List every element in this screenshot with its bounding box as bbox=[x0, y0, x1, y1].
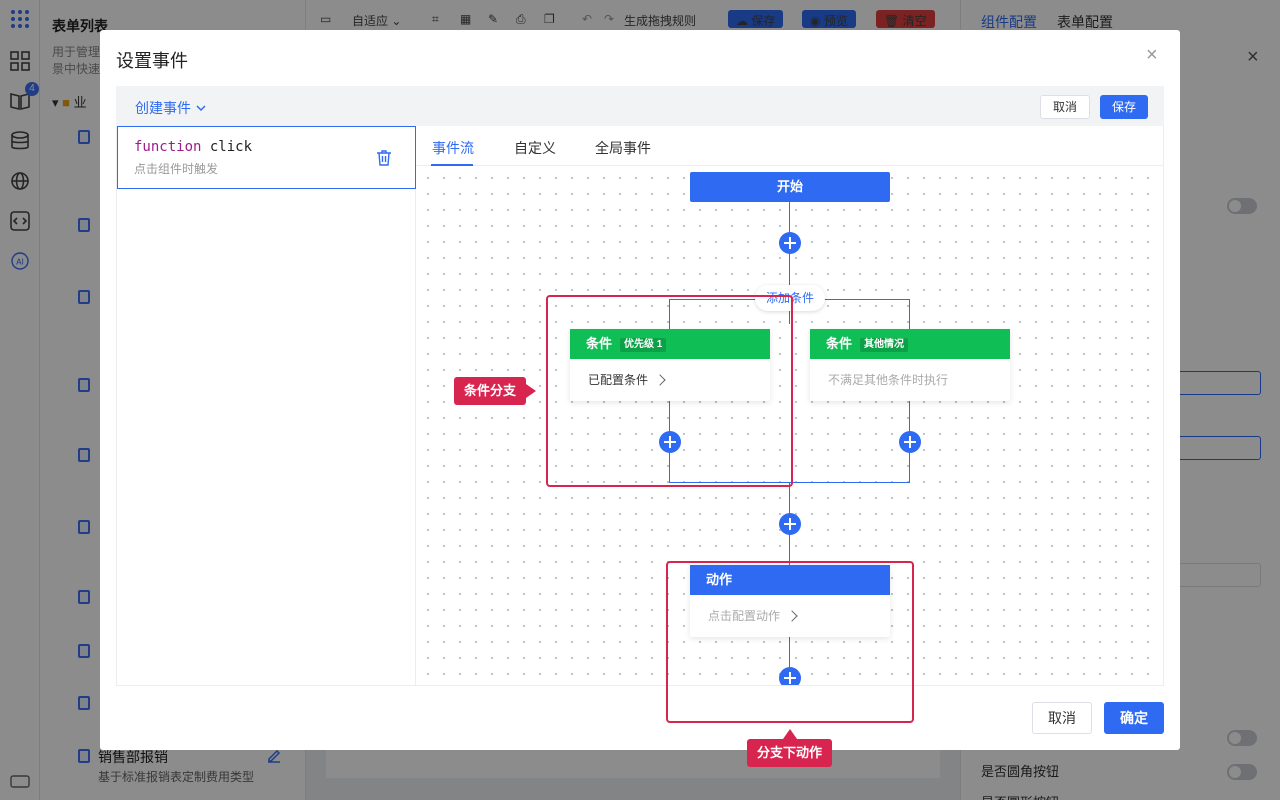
event-item-click[interactable]: function click 点击组件时触发 bbox=[117, 126, 416, 189]
chevron-right-icon bbox=[786, 610, 798, 622]
event-toolbar: 创建事件 取消 保存 bbox=[116, 86, 1164, 126]
add-node-plus-icon[interactable] bbox=[659, 431, 681, 453]
add-node-plus-icon[interactable] bbox=[779, 232, 801, 254]
create-event-dropdown[interactable]: 创建事件 bbox=[135, 98, 207, 118]
add-condition-button[interactable]: 添加条件 bbox=[755, 285, 825, 311]
event-function-name: function click bbox=[134, 139, 253, 155]
branch-callout: 条件分支 bbox=[454, 377, 537, 405]
event-flow-area: 事件流 自定义 全局事件 开始 添加条件 条件 优先级 1 已配置条件 条件 其他情… bbox=[416, 126, 1164, 686]
tab-custom[interactable]: 自定义 bbox=[514, 138, 556, 158]
event-save-button[interactable]: 保存 bbox=[1100, 95, 1148, 119]
condition-card-header: 条件 优先级 1 bbox=[570, 329, 770, 359]
branch-action-callout: 分支下动作 bbox=[747, 729, 833, 767]
tab-global-event[interactable]: 全局事件 bbox=[595, 138, 651, 158]
condition-card-header: 条件 其他情况 bbox=[810, 329, 1010, 359]
chevron-down-icon bbox=[196, 105, 206, 112]
chevron-right-icon bbox=[654, 374, 666, 386]
action-card-body: 点击配置动作 bbox=[690, 595, 890, 637]
flow-start-node[interactable]: 开始 bbox=[690, 172, 890, 202]
condition-card-body: 不满足其他条件时执行 bbox=[828, 373, 949, 387]
action-card[interactable]: 动作 点击配置动作 bbox=[690, 565, 890, 637]
add-node-plus-icon[interactable] bbox=[779, 667, 801, 685]
event-function-desc: 点击组件时触发 bbox=[134, 162, 219, 176]
active-tab-indicator bbox=[431, 164, 473, 166]
condition-card-other[interactable]: 条件 其他情况 不满足其他条件时执行 bbox=[810, 329, 1010, 401]
event-cancel-button[interactable]: 取消 bbox=[1040, 95, 1090, 119]
event-modal: 设置事件 × 创建事件 取消 保存 function click 点击组件时触发… bbox=[100, 30, 1180, 767]
close-icon[interactable]: × bbox=[1146, 44, 1158, 67]
trash-icon[interactable] bbox=[376, 149, 392, 167]
action-card-header: 动作 bbox=[690, 565, 890, 595]
modal-cancel-button[interactable]: 取消 bbox=[1032, 702, 1092, 734]
condition-card-priority[interactable]: 条件 优先级 1 已配置条件 bbox=[570, 329, 770, 401]
event-list: function click 点击组件时触发 bbox=[116, 126, 416, 686]
modal-title: 设置事件 bbox=[116, 51, 188, 71]
flow-tabs: 事件流 自定义 全局事件 bbox=[416, 126, 1163, 166]
add-node-plus-icon[interactable] bbox=[779, 513, 801, 535]
modal-confirm-button[interactable]: 确定 bbox=[1104, 702, 1164, 734]
condition-card-body: 已配置条件 bbox=[570, 359, 770, 401]
add-node-plus-icon[interactable] bbox=[899, 431, 921, 453]
tab-event-flow[interactable]: 事件流 bbox=[432, 138, 474, 158]
